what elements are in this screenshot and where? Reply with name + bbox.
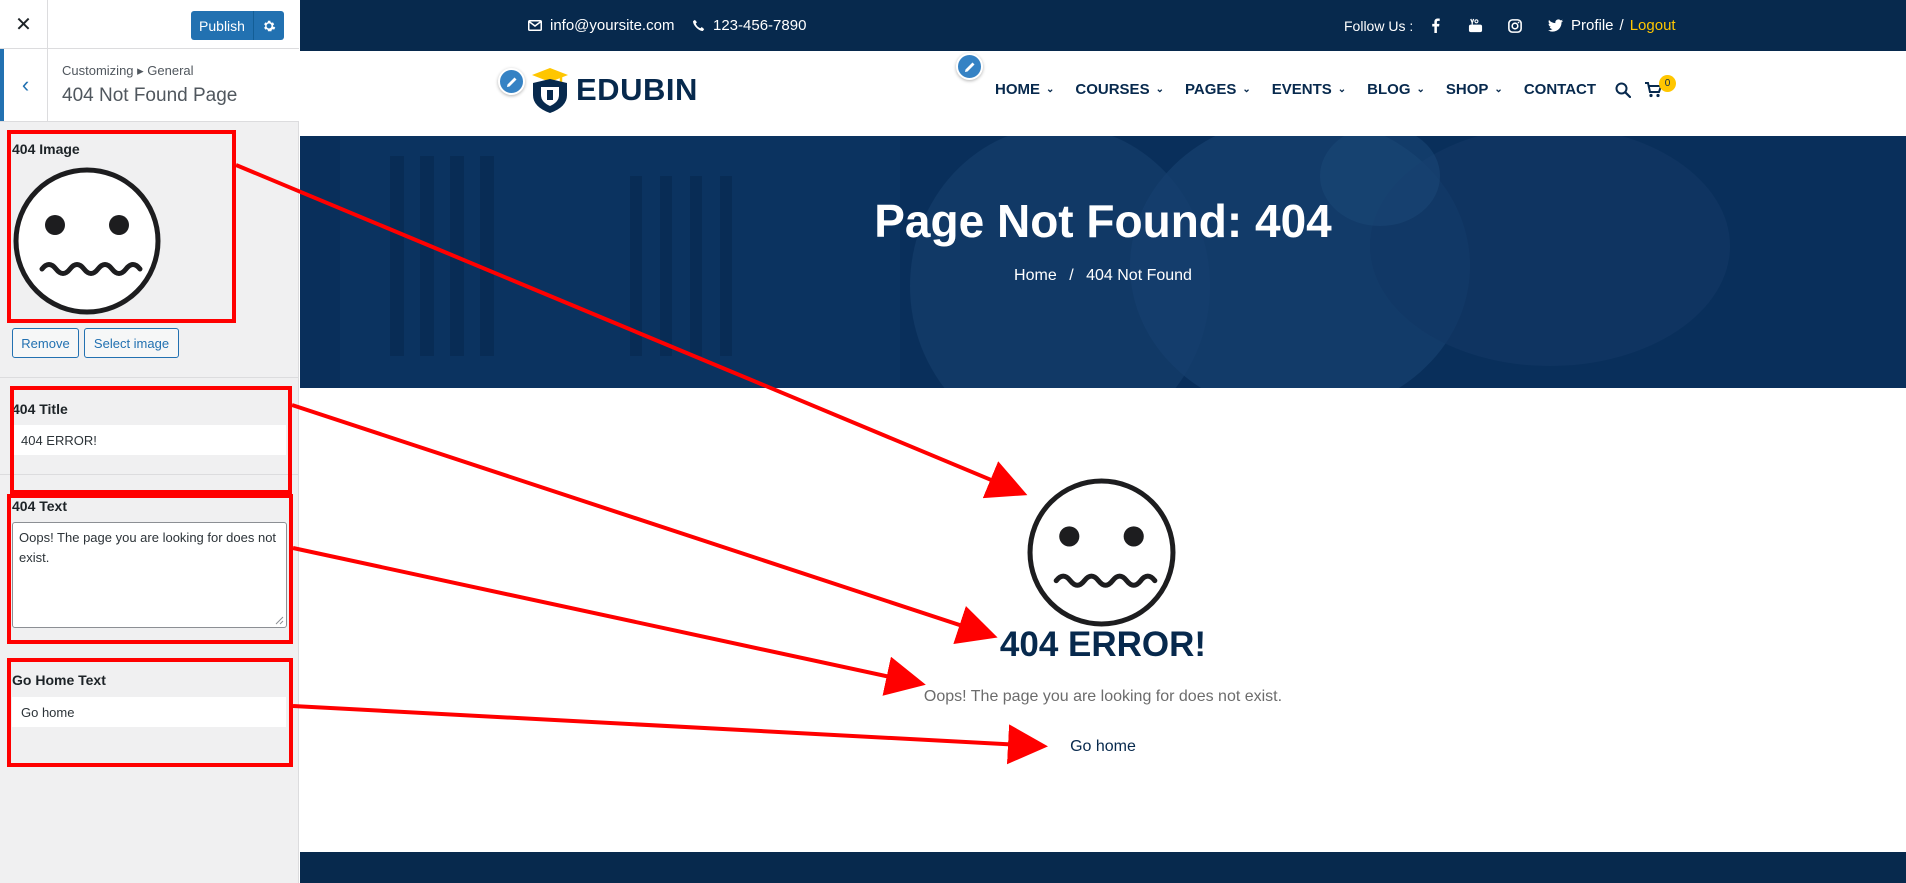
instagram-icon[interactable] [1507,18,1523,34]
pencil-icon [506,77,516,87]
page-banner: Page Not Found: 404 Home / 404 Not Found [300,136,1906,388]
main-menu: HOME ⌄ COURSES ⌄ PAGES ⌄ EVENTS ⌄ BLOG ⌄ SHOP… [995,81,1617,98]
site-logo[interactable]: EDUBIN [528,65,698,115]
topbar-account: Profile / Logout [1571,0,1676,51]
chevron-down-icon: ⌄ [1337,84,1347,95]
annotation-box-image [7,130,236,323]
publish-button[interactable]: Publish [191,11,254,40]
customizer-breadcrumb: Customizing ▸ General [62,63,194,78]
youtube-icon[interactable] [1467,18,1483,34]
annotation-box-text [7,494,293,644]
annotation-box-title [10,386,292,494]
close-icon: ✕ [15,14,32,36]
menu-item-courses[interactable]: COURSES ⌄ [1075,81,1164,98]
chevron-down-icon: ⌄ [1242,84,1251,95]
error-text: Oops! The page you are looking for does … [923,688,1283,705]
breadcrumb-current: 404 Not Found [1086,267,1192,284]
divider [0,377,299,378]
banner-background [300,136,1906,388]
menu-item-contact[interactable]: CONTACT [1524,81,1596,98]
section-header: ‹ Customizing ▸ General 404 Not Found Pa… [0,49,299,122]
twitter-icon[interactable] [1547,18,1563,34]
chevron-left-icon: ‹ [21,72,30,97]
site-navbar: EDUBIN HOME ⌄ COURSES ⌄ PAGES ⌄ EVENTS ⌄ BLO… [300,51,1906,136]
breadcrumb-separator: / [1069,267,1074,284]
phone-text: 123-456-7890 [713,17,807,34]
menu-label: BLOG [1367,81,1411,98]
envelope-icon [528,20,542,31]
close-customizer-button[interactable]: ✕ [0,0,48,49]
site-footer [300,852,1906,883]
site-topbar: info@yoursite.com 123-456-7890 Follow Us… [300,0,1906,51]
menu-label: COURSES [1075,81,1150,98]
menu-item-pages[interactable]: PAGES ⌄ [1185,81,1251,98]
error-title: 404 ERROR! [999,625,1207,664]
edit-shortcut-menu[interactable] [956,53,983,80]
banner-breadcrumb: Home / 404 Not Found [300,267,1906,285]
follow-us-label: Follow Us : [1344,17,1414,34]
menu-label: CONTACT [1523,81,1597,98]
topbar-email[interactable]: info@yoursite.com [528,0,674,51]
menu-label: PAGES [1184,81,1237,98]
chevron-down-icon: ⌄ [1416,84,1425,95]
account-separator: / [1619,17,1624,34]
email-text: info@yoursite.com [550,17,675,34]
menu-item-shop[interactable]: SHOP ⌄ [1446,81,1503,98]
topbar-phone[interactable]: 123-456-7890 [692,0,806,51]
page-banner-title: Page Not Found: 404 [874,195,1332,247]
menu-label: EVENTS [1271,81,1332,98]
gear-icon [264,20,276,31]
pencil-icon [964,62,974,72]
customizer-header: ✕ Publish [0,0,299,49]
menu-label: HOME [995,81,1040,98]
nav-icons [1615,82,1663,103]
logo-text: EDUBIN [576,72,698,107]
publish-button-group: Publish [191,11,284,40]
remove-image-button[interactable]: Remove [12,328,79,358]
facebook-icon[interactable] [1427,18,1443,34]
section-title: 404 Not Found Page [62,85,238,106]
menu-item-home[interactable]: HOME ⌄ [995,81,1054,98]
logout-link[interactable]: Logout [1630,17,1676,34]
breadcrumb-home-link[interactable]: Home [1014,267,1057,284]
chevron-down-icon: ⌄ [1155,84,1164,95]
select-image-button[interactable]: Select image [84,328,179,358]
graduation-shield-icon [532,68,568,113]
menu-item-blog[interactable]: BLOG ⌄ [1367,81,1425,98]
edit-shortcut-logo[interactable] [498,68,525,95]
publish-settings-button[interactable] [254,11,284,40]
phone-icon [693,19,705,31]
back-button[interactable]: ‹ [0,49,48,121]
chevron-down-icon: ⌄ [1494,84,1503,95]
go-home-link[interactable]: Go home [300,738,1906,756]
topbar-social: Follow Us : [1344,0,1563,51]
site-preview: info@yoursite.com 123-456-7890 Follow Us… [300,0,1906,883]
cart-count-badge: 0 [1659,75,1676,92]
sad-face-image [1027,478,1176,627]
search-icon[interactable] [1615,82,1632,103]
annotation-box-go-home [7,658,293,767]
menu-label: SHOP [1445,81,1489,98]
profile-link[interactable]: Profile [1571,17,1614,34]
chevron-down-icon: ⌄ [1046,84,1055,95]
menu-item-events[interactable]: EVENTS ⌄ [1272,81,1346,98]
